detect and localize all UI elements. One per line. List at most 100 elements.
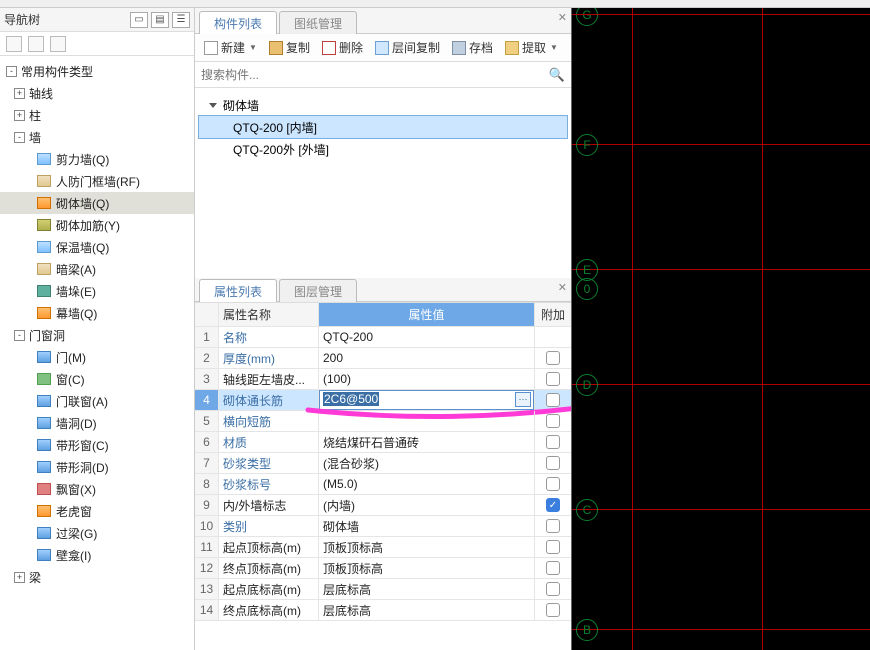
expand-icon[interactable]: + — [14, 572, 25, 583]
property-row[interactable]: 6材质烧结煤矸石普通砖 — [195, 432, 571, 453]
tree-item[interactable]: 带形窗(C) — [0, 434, 194, 456]
property-attach[interactable] — [535, 600, 571, 620]
cad-viewport[interactable]: GFEDCB0 — [572, 8, 870, 650]
tree-item[interactable]: 人防门框墙(RF) — [0, 170, 194, 192]
component-item[interactable]: QTQ-200外 [外墙] — [199, 138, 567, 160]
expand-icon[interactable]: - — [14, 330, 25, 341]
property-row[interactable]: 14终点底标高(m)层底标高 — [195, 600, 571, 621]
search-input[interactable] — [201, 64, 549, 86]
checkbox[interactable] — [546, 519, 560, 533]
property-row[interactable]: 11起点顶标高(m)顶板顶标高 — [195, 537, 571, 558]
property-row[interactable]: 3轴线距左墙皮...(100) — [195, 369, 571, 390]
expand-icon[interactable] — [209, 103, 217, 108]
property-row[interactable]: 5横向短筋 — [195, 411, 571, 432]
tree-item[interactable]: 飘窗(X) — [0, 478, 194, 500]
property-row[interactable]: 9内/外墙标志(内墙)✓ — [195, 495, 571, 516]
tab-property-list[interactable]: 属性列表 — [199, 279, 277, 302]
property-value[interactable]: 砌体墙 — [319, 516, 535, 536]
checkbox[interactable] — [546, 582, 560, 596]
nav-view2-icon[interactable]: ▤ — [151, 12, 169, 28]
property-attach[interactable] — [535, 558, 571, 578]
tree-item[interactable]: 砌体加筋(Y) — [0, 214, 194, 236]
property-row[interactable]: 1名称QTQ-200 — [195, 327, 571, 348]
property-value[interactable] — [319, 411, 535, 431]
tree-group[interactable]: +轴线 — [0, 82, 194, 104]
property-value[interactable]: 顶板顶标高 — [319, 558, 535, 578]
checkbox[interactable] — [546, 372, 560, 386]
search-icon[interactable]: 🔍 — [549, 67, 565, 83]
expand-icon[interactable]: + — [14, 110, 25, 121]
property-attach[interactable] — [535, 390, 571, 410]
property-value[interactable]: QTQ-200 — [319, 327, 535, 347]
property-row[interactable]: 4砌体通长筋2C6@500⋯ — [195, 390, 571, 411]
component-tree[interactable]: 砌体墙 QTQ-200 [内墙]QTQ-200外 [外墙] — [195, 88, 571, 278]
property-value[interactable]: (M5.0) — [319, 474, 535, 494]
property-attach[interactable]: ✓ — [535, 495, 571, 515]
copy-button[interactable]: 复制 — [266, 37, 313, 59]
tree-group[interactable]: +柱 — [0, 104, 194, 126]
tree-item[interactable]: 砌体墙(Q) — [0, 192, 194, 214]
checkbox[interactable] — [546, 393, 560, 407]
property-value[interactable]: 顶板顶标高 — [319, 537, 535, 557]
checkbox[interactable] — [546, 561, 560, 575]
property-value[interactable]: 烧结煤矸石普通砖 — [319, 432, 535, 452]
tree-group[interactable]: +梁 — [0, 566, 194, 588]
tree-item[interactable]: 过梁(G) — [0, 522, 194, 544]
checkbox[interactable] — [546, 540, 560, 554]
tree-item[interactable]: 幕墙(Q) — [0, 302, 194, 324]
nav-tool-icon[interactable] — [50, 36, 66, 52]
collapse-icon[interactable]: - — [6, 66, 17, 77]
tree-item[interactable]: 门(M) — [0, 346, 194, 368]
component-tree-root[interactable]: 砌体墙 — [199, 94, 567, 116]
tree-item[interactable]: 老虎窗 — [0, 500, 194, 522]
tree-root[interactable]: -常用构件类型 — [0, 60, 194, 82]
tab-drawing-manage[interactable]: 图纸管理 — [279, 11, 357, 34]
property-attach[interactable] — [535, 537, 571, 557]
property-attach[interactable] — [535, 474, 571, 494]
property-attach[interactable] — [535, 411, 571, 431]
property-value[interactable]: (混合砂浆) — [319, 453, 535, 473]
checkbox[interactable] — [546, 414, 560, 428]
nav-tree[interactable]: -常用构件类型+轴线+柱-墙剪力墙(Q)人防门框墙(RF)砌体墙(Q)砌体加筋(… — [0, 56, 194, 650]
property-grid[interactable]: 属性名称 属性值 附加 1名称QTQ-2002厚度(mm)2003轴线距左墙皮.… — [195, 302, 571, 650]
nav-tool-icon[interactable] — [28, 36, 44, 52]
tree-group[interactable]: -墙 — [0, 126, 194, 148]
property-attach[interactable] — [535, 348, 571, 368]
property-attach[interactable] — [535, 453, 571, 473]
property-value[interactable]: 层底标高 — [319, 579, 535, 599]
checkbox[interactable] — [546, 456, 560, 470]
archive-button[interactable]: 存档 — [449, 37, 496, 59]
property-attach[interactable] — [535, 369, 571, 389]
extract-button[interactable]: 提取▼ — [502, 37, 561, 59]
ellipsis-button[interactable]: ⋯ — [515, 392, 531, 407]
expand-icon[interactable]: + — [14, 88, 25, 99]
property-value[interactable]: (内墙) — [319, 495, 535, 515]
checkbox[interactable] — [546, 603, 560, 617]
property-attach[interactable] — [535, 579, 571, 599]
tree-item[interactable]: 窗(C) — [0, 368, 194, 390]
layercopy-button[interactable]: 层间复制 — [372, 37, 443, 59]
tree-item[interactable]: 墙垛(E) — [0, 280, 194, 302]
property-row[interactable]: 8砂浆标号(M5.0) — [195, 474, 571, 495]
close-icon[interactable]: ✕ — [558, 281, 567, 294]
property-row[interactable]: 13起点底标高(m)层底标高 — [195, 579, 571, 600]
nav-view1-icon[interactable]: ▭ — [130, 12, 148, 28]
property-row[interactable]: 12终点顶标高(m)顶板顶标高 — [195, 558, 571, 579]
property-value-input[interactable] — [319, 390, 534, 410]
nav-view3-icon[interactable]: ☰ — [172, 12, 190, 28]
checkbox[interactable] — [546, 351, 560, 365]
nav-tool-icon[interactable] — [6, 36, 22, 52]
delete-button[interactable]: 删除 — [319, 37, 366, 59]
tree-item[interactable]: 暗梁(A) — [0, 258, 194, 280]
checkbox[interactable]: ✓ — [546, 498, 560, 512]
tab-component-list[interactable]: 构件列表 — [199, 11, 277, 34]
close-icon[interactable]: ✕ — [558, 11, 567, 24]
tree-item[interactable]: 带形洞(D) — [0, 456, 194, 478]
property-attach[interactable] — [535, 432, 571, 452]
component-item[interactable]: QTQ-200 [内墙] — [199, 116, 567, 138]
tree-item[interactable]: 壁龛(I) — [0, 544, 194, 566]
tree-item[interactable]: 剪力墙(Q) — [0, 148, 194, 170]
expand-icon[interactable]: - — [14, 132, 25, 143]
property-value[interactable]: (100) — [319, 369, 535, 389]
property-value[interactable]: 2C6@500⋯ — [319, 390, 535, 410]
